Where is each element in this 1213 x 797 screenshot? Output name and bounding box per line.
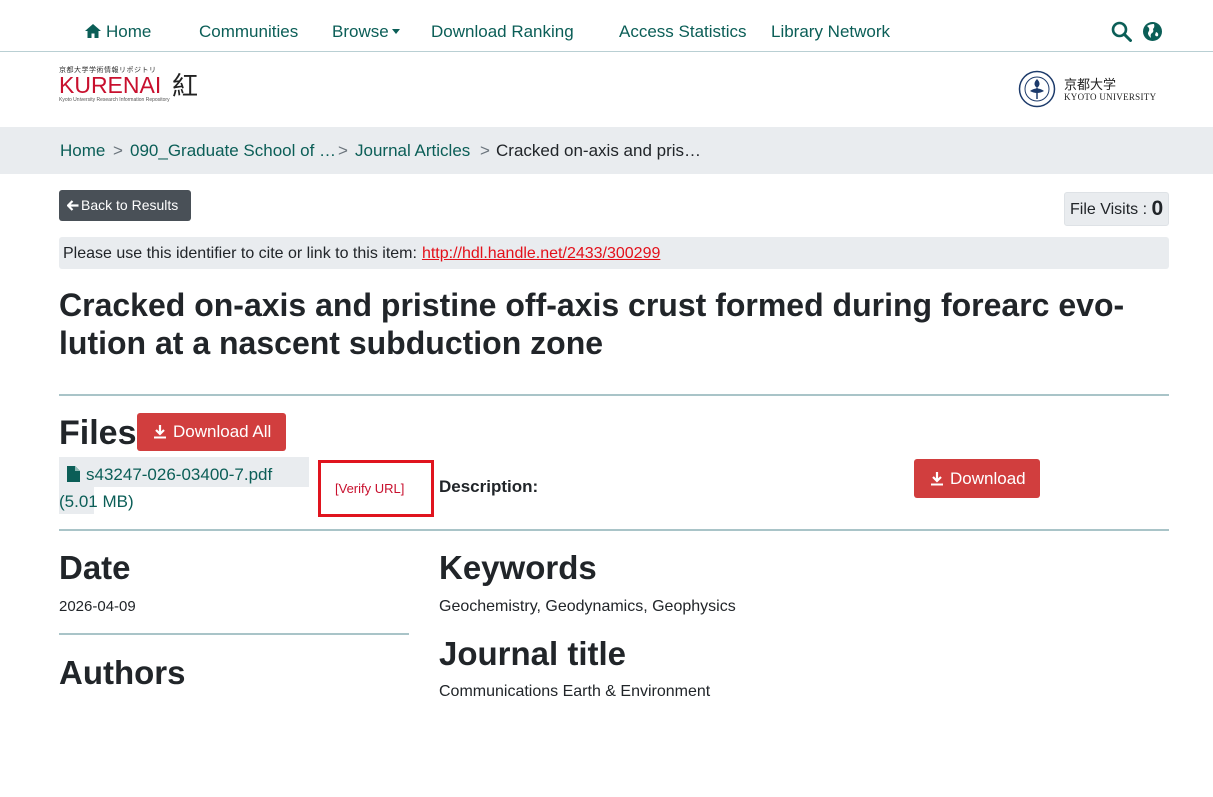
home-icon xyxy=(85,24,101,38)
kyoto-university-logo[interactable]: 京都大学 KYOTO UNIVERSITY xyxy=(1018,70,1163,108)
nav-access-statistics[interactable]: Access Statistics xyxy=(619,20,747,44)
handle-url-link[interactable]: http://hdl.handle.net/2433/300299 xyxy=(422,245,660,262)
download-icon xyxy=(931,472,943,486)
keywords-heading: Keywords xyxy=(439,549,597,586)
breadcrumb-school[interactable]: 090_Graduate School of … xyxy=(130,141,336,161)
item-title: Cracked on-axis and pristine off-axis cr… xyxy=(59,287,1125,361)
identifier-bar: Please use this identifier to cite or li… xyxy=(59,237,1169,269)
back-to-results-label: Back to Results xyxy=(81,197,179,213)
nav-browse-label: Browse xyxy=(332,22,389,41)
nav-library-network[interactable]: Library Network xyxy=(771,20,890,44)
back-to-results-button[interactable]: Back to Results xyxy=(59,190,191,221)
nav-download-ranking[interactable]: Download Ranking xyxy=(431,20,574,44)
file-visits-count: 0 xyxy=(1151,197,1164,220)
download-button[interactable]: Download xyxy=(914,459,1040,498)
file-visits-label: File Visits : xyxy=(1070,201,1148,218)
file-visits-badge: File Visits : 0 xyxy=(1064,192,1169,226)
journal-title-heading: Journal title xyxy=(439,635,627,672)
search-icon[interactable] xyxy=(1111,21,1132,47)
identifier-text: Please use this identifier to cite or li… xyxy=(63,245,417,262)
nav-home[interactable]: Home xyxy=(84,20,151,44)
breadcrumb: Home > 090_Graduate School of … > Journa… xyxy=(0,127,1213,174)
kurenai-logo[interactable]: 京都大学学術情報リポジトリ KURENAI 紅 Kyoto University… xyxy=(59,65,199,105)
kyoto-logo-english: KYOTO UNIVERSITY xyxy=(1064,92,1157,102)
breadcrumb-separator: > xyxy=(113,141,123,160)
breadcrumb-separator: > xyxy=(338,141,348,160)
divider xyxy=(59,394,1169,396)
breadcrumb-home[interactable]: Home xyxy=(60,141,105,161)
download-label: Download xyxy=(950,469,1026,488)
kurenai-logo-subtitle: Kyoto University Research Information Re… xyxy=(59,97,170,103)
verify-url-link[interactable]: [Verify URL] xyxy=(335,481,404,496)
divider xyxy=(59,633,409,635)
download-all-button[interactable]: Download All xyxy=(137,413,286,451)
kyoto-university-emblem-icon xyxy=(1018,70,1056,108)
nav-browse-dropdown[interactable]: Browse xyxy=(332,20,400,44)
arrow-left-icon xyxy=(66,200,79,211)
kurenai-logo-kanji: 紅 xyxy=(172,72,199,102)
files-heading: Files xyxy=(59,414,137,452)
divider xyxy=(59,529,1169,531)
file-link[interactable]: s43247-026-03400-7.pdf (5.01 MB) xyxy=(59,461,311,515)
date-heading: Date xyxy=(59,549,131,586)
file-entry: s43247-026-03400-7.pdf (5.01 MB) xyxy=(59,457,309,514)
verify-url-box[interactable]: [Verify URL] xyxy=(318,460,434,517)
journal-title-value: Communications Earth & Environment xyxy=(439,683,711,700)
nav-communities[interactable]: Communities xyxy=(199,20,298,44)
globe-language-icon[interactable] xyxy=(1142,21,1163,47)
download-all-label: Download All xyxy=(173,422,272,441)
breadcrumb-separator: > xyxy=(480,141,490,160)
file-pdf-icon xyxy=(67,466,80,482)
description-label: Description: xyxy=(439,477,539,496)
breadcrumb-current: Cracked on-axis and pris… xyxy=(496,141,702,160)
nav-home-label: Home xyxy=(106,22,152,41)
breadcrumb-journal-articles[interactable]: Journal Articles xyxy=(355,141,470,161)
kyoto-logo-japanese: 京都大学 xyxy=(1064,78,1117,93)
file-name: s43247-026-03400-7.pdf (5.01 MB) xyxy=(59,465,273,511)
caret-down-icon xyxy=(391,29,400,34)
download-icon xyxy=(154,425,166,439)
date-value: 2026-04-09 xyxy=(59,598,136,615)
authors-heading: Authors xyxy=(59,654,186,691)
top-navbar: Home Communities Browse Download Ranking… xyxy=(0,0,1213,52)
kurenai-logo-text: KURENAI xyxy=(59,72,162,98)
keywords-value: Geochemistry, Geodynamics, Geophysics xyxy=(439,598,736,615)
